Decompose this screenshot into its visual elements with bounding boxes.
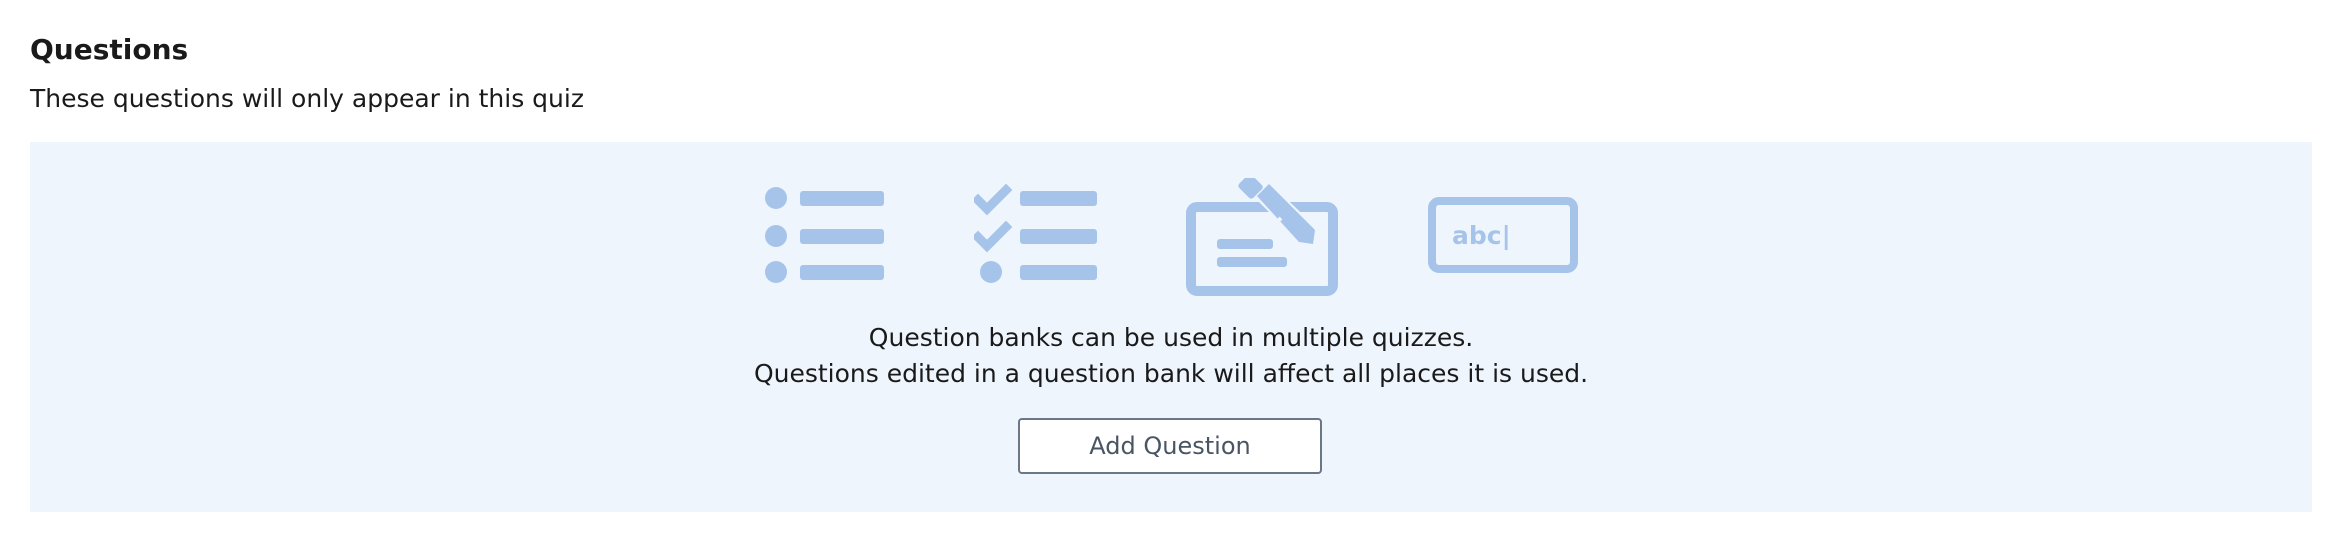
info-line-1: Question banks can be used in multiple q…	[868, 323, 1474, 352]
info-line-2: Questions edited in a question bank will…	[753, 359, 1589, 388]
question-type-icons: abc|	[30, 178, 2312, 318]
text-entry-icon: abc|	[1428, 197, 1578, 273]
bulleted-list-icon	[765, 187, 884, 283]
text-entry-sample: abc|	[1452, 221, 1511, 250]
section-title: Questions	[30, 33, 189, 66]
essay-edit-icon	[1186, 178, 1338, 296]
questions-empty-state: abc| Question banks can be used in multi…	[30, 142, 2312, 512]
add-question-button[interactable]: Add Question	[1018, 418, 1322, 474]
section-subtitle: These questions will only appear in this…	[30, 84, 584, 113]
checklist-icon	[974, 183, 1097, 283]
